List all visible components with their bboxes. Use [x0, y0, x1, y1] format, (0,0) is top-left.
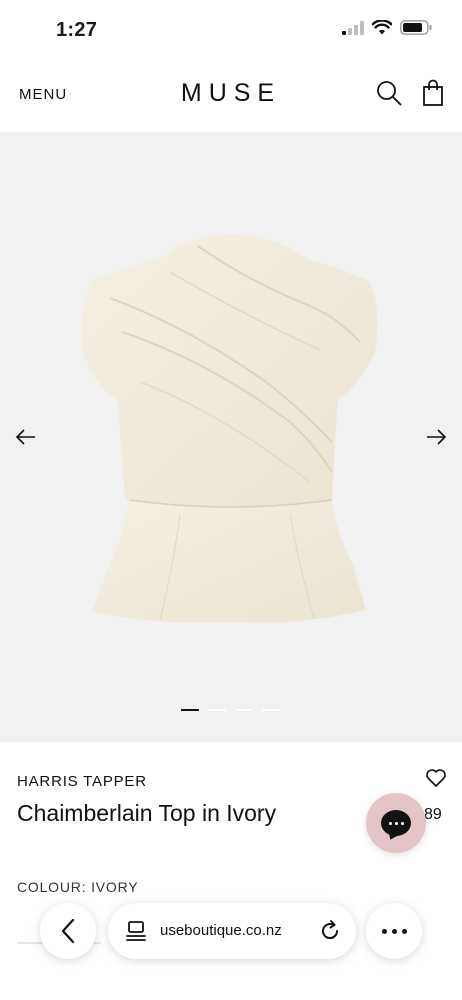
browser-back-button[interactable]: [40, 903, 96, 959]
chat-button[interactable]: [366, 793, 426, 853]
wifi-icon: [372, 20, 392, 35]
url-text[interactable]: useboutique.co.nz: [160, 922, 282, 939]
product-title: Chaimberlain Top in Ivory: [17, 800, 277, 826]
site-header: MENU MUSE: [0, 60, 462, 132]
cellular-signal-icon: [342, 20, 364, 35]
gallery-pagination: [181, 709, 280, 711]
heart-icon[interactable]: [425, 768, 447, 788]
status-icons: [342, 20, 432, 35]
chevron-left-icon: [61, 918, 75, 944]
tabs-icon[interactable]: [126, 920, 148, 942]
chat-icon: [381, 810, 411, 836]
status-bar: 1:27: [0, 0, 462, 60]
arrow-left-icon[interactable]: [14, 427, 38, 447]
search-icon[interactable]: [376, 80, 402, 106]
pagination-dot[interactable]: [181, 709, 199, 711]
shopping-bag-icon[interactable]: [421, 79, 445, 107]
product-brand[interactable]: HARRIS TAPPER: [17, 773, 147, 790]
browser-toolbar: useboutique.co.nz: [0, 890, 462, 980]
product-price: 89: [424, 806, 442, 823]
battery-icon: [400, 20, 432, 35]
reload-icon[interactable]: [318, 919, 342, 943]
arrow-right-icon[interactable]: [424, 427, 448, 447]
pagination-dot[interactable]: [262, 709, 280, 711]
product-image[interactable]: [70, 232, 390, 622]
status-time: 1:27: [56, 19, 98, 41]
more-icon[interactable]: [366, 903, 422, 959]
product-gallery[interactable]: [0, 132, 462, 742]
pagination-dot[interactable]: [235, 709, 253, 711]
address-bar[interactable]: useboutique.co.nz: [108, 903, 356, 959]
pagination-dot[interactable]: [208, 709, 226, 711]
